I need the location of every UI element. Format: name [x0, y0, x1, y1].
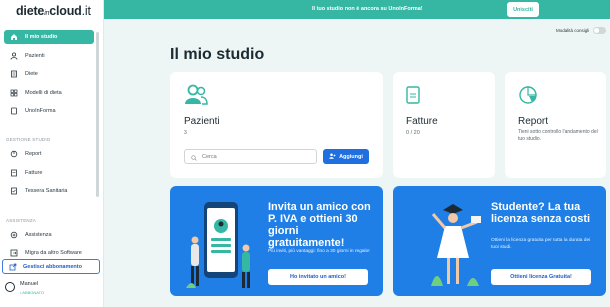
card-icon [10, 187, 18, 195]
help-icon [10, 231, 18, 239]
invite-title: Invita un amico con P. IVA e ottieni 30 … [268, 201, 371, 249]
migrate-icon [10, 249, 18, 257]
avatar [5, 282, 15, 292]
report-card[interactable]: Report Tieni sotto controllo l'andamento… [505, 72, 606, 178]
invoice-icon [406, 86, 420, 109]
document-icon [10, 107, 18, 115]
pazienti-count: 3 [184, 130, 187, 136]
student-title: Studente? La tua licenza senza costi [491, 201, 591, 225]
document-icon [10, 169, 18, 177]
sidebar: dieteincloud.it Il mio studio Pazienti D… [0, 0, 104, 307]
invite-text: Più inviti, più vantaggi: fino a 30 gior… [268, 249, 370, 254]
sidebar-item-modelli-di-dieta[interactable]: Modelli di dieta [4, 86, 94, 100]
search-field[interactable] [184, 149, 317, 164]
report-chart-icon [518, 85, 538, 110]
external-link-icon [9, 263, 17, 271]
pazienti-card[interactable]: Pazienti 3 Aggiungi [170, 72, 383, 178]
student-promo: Studente? La tua licenza senza costi Ott… [393, 186, 606, 296]
sidebar-item-tessera-sanitaria[interactable]: Tessera Sanitaria [4, 184, 94, 198]
patients-icon [184, 84, 208, 111]
fatture-title: Fatture [406, 116, 438, 127]
app-logo[interactable]: dieteincloud.it [16, 4, 91, 18]
manage-subscription-button[interactable]: Gestisci abbonamento [2, 259, 100, 274]
sidebar-item-diete[interactable]: Diete [4, 67, 94, 81]
chart-icon [10, 150, 18, 158]
fatture-card[interactable]: Fatture 0 / 20 [393, 72, 495, 178]
user-profile[interactable]: Manuel • ABBONATO [5, 281, 44, 295]
student-illustration [429, 196, 485, 295]
student-text: Ottieni la licenza gratuita per tutta la… [491, 238, 591, 250]
page-title: Il mio studio [170, 46, 265, 63]
phone-illustration [182, 200, 260, 296]
sidebar-item-migra[interactable]: Migra da altro Software [4, 246, 94, 260]
fatture-count: 0 / 20 [406, 130, 420, 136]
invite-promo: Invita un amico con P. IVA e ottieni 30 … [170, 186, 383, 296]
sidebar-item-pazienti[interactable]: Pazienti [4, 49, 94, 63]
user-name: Manuel [20, 281, 39, 287]
tips-toggle[interactable] [593, 27, 606, 34]
search-input[interactable] [202, 153, 312, 160]
sidebar-item-unoinforma[interactable]: UnoInForma [4, 104, 94, 118]
user-icon [10, 52, 18, 60]
sidebar-scrollbar[interactable] [96, 32, 99, 197]
sidebar-item-report[interactable]: Report [4, 147, 94, 161]
join-button[interactable]: Unisciti [507, 2, 539, 17]
free-license-button[interactable]: Ottieni licenza Gratuita! [491, 269, 591, 285]
section-label-gestione: GESTIONE STUDIO [6, 137, 51, 142]
user-role: • ABBONATO [20, 290, 45, 295]
report-description: Tieni sotto controllo l'andamento del tu… [518, 129, 598, 142]
top-banner: Il tuo studio non è ancora su UnoInForma… [104, 0, 610, 19]
add-patient-button[interactable]: Aggiungi [323, 149, 369, 164]
pazienti-title: Pazienti [184, 116, 220, 127]
banner-text: Il tuo studio non è ancora su UnoInForma… [312, 6, 423, 12]
sidebar-item-fatture[interactable]: Fatture [4, 166, 94, 180]
sidebar-item-assistenza[interactable]: Assistenza [4, 228, 94, 242]
list-icon [10, 70, 18, 78]
invited-friend-button[interactable]: Ho invitato un amico! [268, 269, 368, 285]
add-user-icon [329, 153, 336, 161]
toggle-label: Modalità consigli [556, 28, 590, 33]
home-icon [10, 33, 18, 41]
report-title: Report [518, 116, 549, 127]
section-label-assistenza: ASSISTENZA [6, 218, 37, 223]
search-icon [191, 148, 197, 166]
sidebar-item-il-mio-studio[interactable]: Il mio studio [4, 30, 94, 44]
grid-icon [10, 89, 18, 97]
